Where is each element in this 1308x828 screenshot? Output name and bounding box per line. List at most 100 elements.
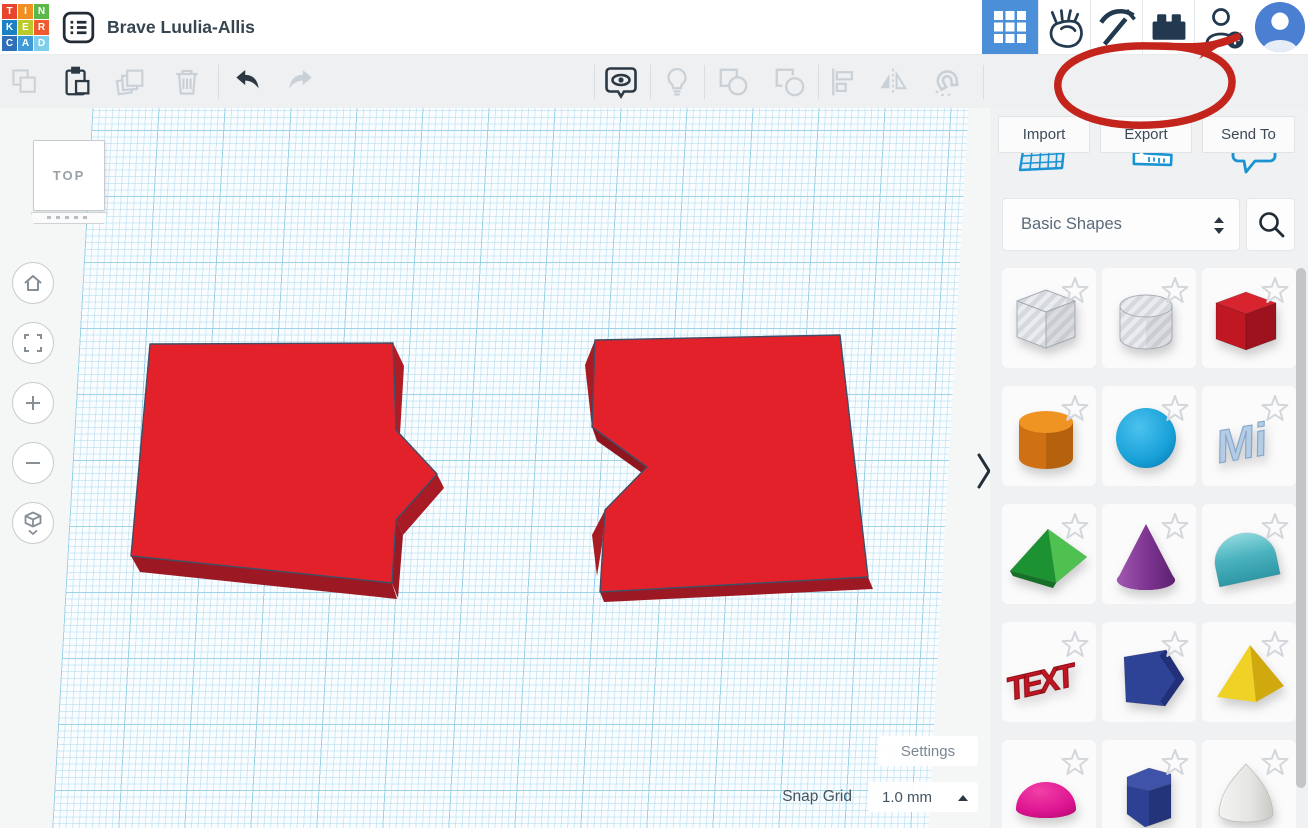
view-cube-front-face[interactable] (31, 212, 107, 224)
zoom-in-button[interactable] (12, 382, 54, 424)
zoom-out-icon (21, 451, 45, 475)
scrollbar-thumb[interactable] (1296, 268, 1306, 788)
avatar-icon (1254, 1, 1306, 53)
favorite-star-icon[interactable] (1163, 750, 1188, 774)
toolbar-divider (650, 65, 651, 99)
snap-grid-select[interactable]: 1.0 mm (868, 782, 978, 812)
minecraft-tab[interactable] (1090, 0, 1142, 54)
show-all-button[interactable] (602, 63, 640, 101)
top-right-tabs (982, 0, 1308, 54)
settings-button[interactable]: Settings (878, 736, 978, 766)
shape-tile-transparent-box[interactable] (1002, 268, 1096, 368)
copy-icon (9, 66, 41, 98)
paste-button[interactable] (58, 63, 96, 101)
logo-tile-k: K (2, 20, 17, 35)
shapes-panel: Basic Shapes Mi TEXT (990, 108, 1308, 828)
undo-icon (230, 66, 264, 98)
hand-icon (1045, 5, 1085, 49)
favorite-star-icon[interactable] (1063, 632, 1088, 656)
snap-grid-value: 1.0 mm (882, 789, 932, 806)
magnet-button[interactable] (928, 63, 966, 101)
duplicate-button[interactable] (112, 63, 150, 101)
align-button[interactable] (824, 63, 862, 101)
favorite-star-icon[interactable] (1063, 750, 1088, 774)
redo-icon (284, 66, 318, 98)
blocks-grid-tab[interactable] (982, 0, 1038, 54)
home-view-button[interactable] (12, 262, 54, 304)
sort-arrows-icon (1211, 215, 1227, 237)
shape-tile-pyramid[interactable] (1202, 622, 1296, 722)
send-to-button[interactable]: Send To (1202, 116, 1295, 153)
perspective-button[interactable] (12, 502, 54, 544)
export-button[interactable]: Export (1100, 116, 1192, 153)
toolbar-divider (818, 65, 819, 99)
caret-up-icon (958, 795, 968, 801)
tinkercad-app: TINKERCAD Brave Luulia-Allis (0, 0, 1308, 828)
design-title: Brave Luulia-Allis (107, 0, 255, 55)
favorite-star-icon[interactable] (1263, 396, 1288, 420)
favorite-star-icon[interactable] (1163, 514, 1188, 538)
tinkercad-logo[interactable]: TINKERCAD (2, 4, 49, 51)
shape-tile-cylinder[interactable] (1002, 386, 1096, 486)
shape-tile-cone[interactable] (1102, 504, 1196, 604)
ungroup-button[interactable] (770, 63, 808, 101)
bricks-tab[interactable] (1142, 0, 1194, 54)
magnet-icon (929, 64, 965, 100)
fit-view-button[interactable] (12, 322, 54, 364)
import-button[interactable]: Import (998, 116, 1090, 153)
shape-tile-box[interactable] (1202, 268, 1296, 368)
shape-tile-hex-prism[interactable] (1102, 740, 1196, 828)
view-cube[interactable]: TOP (33, 140, 105, 211)
shape-tile-paraboloid[interactable] (1202, 740, 1296, 828)
logo-tile-i: I (18, 4, 33, 19)
search-icon (1255, 209, 1287, 241)
redo-button[interactable] (282, 63, 320, 101)
group-button[interactable] (714, 63, 752, 101)
shape-library-select[interactable]: Basic Shapes (1002, 198, 1240, 251)
toolbar-divider (983, 65, 984, 99)
trash-icon (171, 65, 203, 99)
shape-tile-transparent-cylinder[interactable] (1102, 268, 1196, 368)
red-plate-with-notch[interactable] (585, 335, 873, 602)
shape-tile-roof[interactable] (1002, 504, 1096, 604)
zoom-out-button[interactable] (12, 442, 54, 484)
collapse-panel-button[interactable] (972, 452, 990, 492)
duplicate-icon (114, 65, 148, 99)
group-icon (716, 65, 750, 99)
logo-tile-n: N (34, 4, 49, 19)
shape-tile-round-roof[interactable] (1202, 504, 1296, 604)
favorite-star-icon[interactable] (1163, 278, 1188, 302)
mirror-button[interactable] (874, 63, 912, 101)
copy-button[interactable] (6, 63, 44, 101)
shape-tile-half-sphere[interactable] (1002, 740, 1096, 828)
pickaxe-icon (1097, 6, 1137, 48)
shape-tile-polygon[interactable] (1102, 622, 1196, 722)
favorite-star-icon[interactable] (1263, 514, 1288, 538)
add-person-tab[interactable] (1194, 0, 1252, 54)
favorite-star-icon[interactable] (1063, 514, 1088, 538)
add-person-icon (1201, 4, 1247, 50)
undo-button[interactable] (228, 63, 266, 101)
search-button[interactable] (1246, 198, 1295, 251)
shape-tile-sphere[interactable] (1102, 386, 1196, 486)
favorite-star-icon[interactable] (1263, 278, 1288, 302)
avatar[interactable] (1252, 0, 1308, 54)
design-properties-button[interactable] (61, 10, 96, 45)
red-plate-with-tab[interactable] (131, 343, 444, 599)
brick-icon (1148, 7, 1190, 47)
canvas-3d-viewport[interactable]: TOP (0, 108, 990, 828)
favorite-star-icon[interactable] (1263, 632, 1288, 656)
mirror-icon (876, 66, 910, 98)
logo-tile-t: T (2, 4, 17, 19)
light-button[interactable] (658, 63, 696, 101)
ungroup-icon (772, 65, 806, 99)
svg-text:TEXT: TEXT (1003, 656, 1081, 707)
shape-tile-scribble[interactable]: Mi (1202, 386, 1296, 486)
favorite-star-icon[interactable] (1263, 750, 1288, 774)
delete-button[interactable] (168, 63, 206, 101)
blocks-grid-icon (993, 10, 1027, 44)
chevron-right-icon (976, 452, 990, 490)
logo-tile-d: D (34, 36, 49, 51)
shape-tile-text[interactable]: TEXT (1002, 622, 1096, 722)
hand-tab[interactable] (1038, 0, 1090, 54)
